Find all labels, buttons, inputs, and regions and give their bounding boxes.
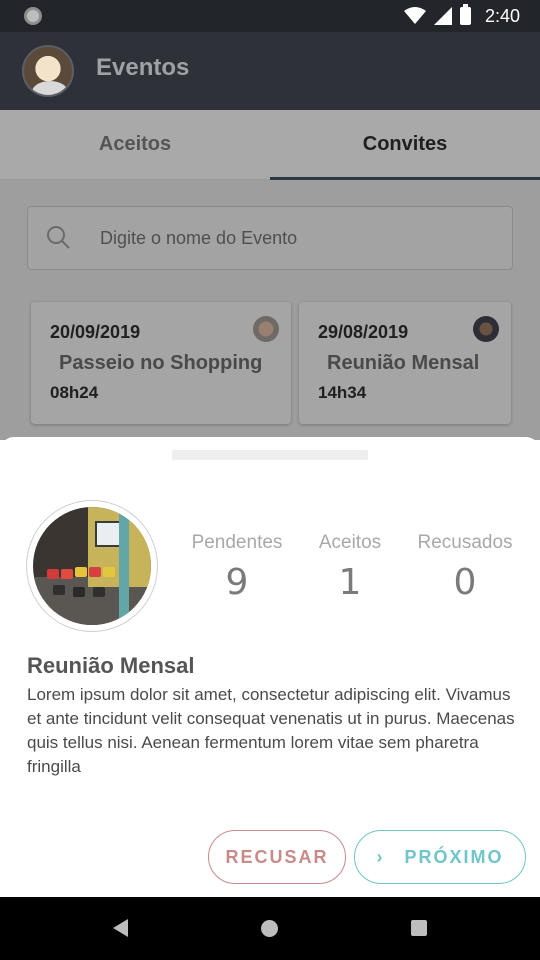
- event-thumbnail: [473, 316, 499, 342]
- search-icon: [47, 226, 70, 249]
- back-icon[interactable]: [113, 919, 128, 937]
- event-title: Reunião Mensal: [27, 653, 195, 678]
- stat-value: 1: [338, 562, 362, 603]
- event-photo-image: [33, 507, 151, 625]
- home-icon[interactable]: [261, 920, 278, 937]
- stat-aceitos: Aceitos 1: [315, 532, 385, 603]
- app-bar: Eventos: [0, 32, 540, 110]
- drag-handle[interactable]: [172, 450, 368, 460]
- page-title: Eventos: [96, 54, 190, 81]
- event-description: Lorem ipsum dolor sit amet, consectetur …: [27, 685, 515, 776]
- event-thumbnail: [253, 316, 279, 342]
- event-card[interactable]: 29/08/2019 Reunião Mensal 14h34: [299, 302, 511, 424]
- stat-value: 0: [453, 562, 477, 603]
- wifi-icon: [403, 7, 426, 24]
- stat-pendentes: Pendentes 9: [188, 532, 286, 603]
- next-button[interactable]: › PRÓXIMO: [354, 830, 526, 884]
- event-time: 08h24: [50, 383, 99, 402]
- status-time: 2:40: [484, 5, 520, 26]
- avatar[interactable]: [22, 45, 74, 97]
- status-bar: 2:40: [0, 0, 540, 32]
- event-time: 14h34: [318, 383, 367, 402]
- reject-button[interactable]: RECUSAR: [208, 830, 346, 884]
- tab-aceitos[interactable]: Aceitos: [0, 110, 270, 179]
- stat-value: 9: [225, 562, 249, 603]
- tab-convites[interactable]: Convites: [270, 110, 540, 180]
- event-card[interactable]: 20/09/2019 Passeio no Shopping 08h24: [31, 302, 291, 424]
- event-name: Reunião Mensal: [327, 352, 480, 374]
- event-date: 20/09/2019: [50, 322, 141, 342]
- status-icons: 2:40: [403, 0, 520, 32]
- reject-button-label: RECUSAR: [225, 846, 329, 867]
- event-list-area: Digite o nome do Evento 20/09/2019 Passe…: [0, 180, 540, 440]
- event-photo: [26, 500, 158, 632]
- system-nav-bar: [0, 897, 540, 960]
- event-date: 29/08/2019: [318, 322, 409, 342]
- signal-icon: [433, 7, 452, 25]
- tab-bar: Aceitos Convites: [0, 110, 540, 180]
- event-detail-sheet: Pendentes 9 Aceitos 1 Recusados 0 Reuniã…: [0, 437, 540, 897]
- next-button-label: PRÓXIMO: [404, 846, 504, 867]
- notification-icon: [24, 7, 42, 25]
- recents-icon[interactable]: [411, 920, 427, 936]
- search-field[interactable]: Digite o nome do Evento: [27, 206, 513, 270]
- stat-label: Aceitos: [318, 532, 382, 553]
- event-name: Passeio no Shopping: [59, 352, 263, 374]
- stat-recusados: Recusados 0: [414, 532, 516, 603]
- chevron-right-icon: ›: [376, 846, 383, 867]
- battery-icon: [459, 4, 471, 25]
- stat-label: Recusados: [417, 532, 513, 553]
- search-placeholder: Digite o nome do Evento: [100, 228, 298, 248]
- stat-label: Pendentes: [191, 532, 283, 553]
